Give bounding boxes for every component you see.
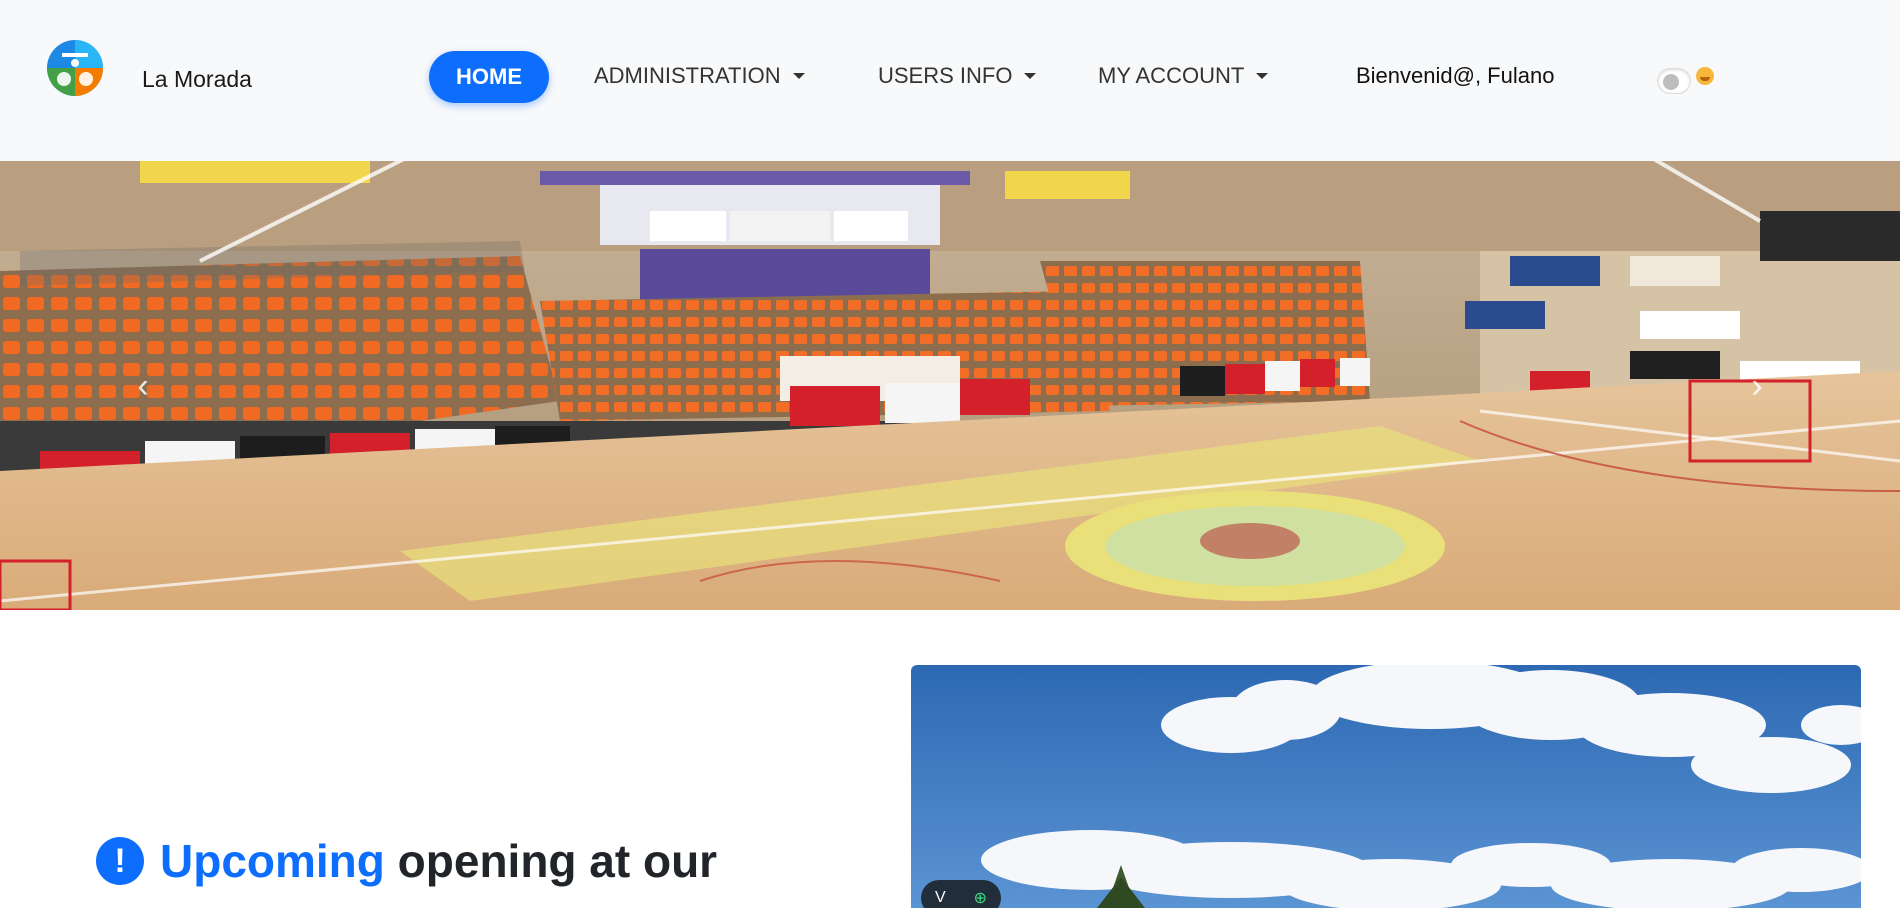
nav-home-button[interactable]: HOME xyxy=(429,51,549,103)
navbar: La Morada HOME ADMINISTRATION USERS INFO… xyxy=(0,0,1900,161)
target-icon[interactable]: ⊕ xyxy=(974,888,987,908)
chevron-down-icon xyxy=(792,73,805,79)
sports-logo-icon[interactable] xyxy=(46,39,104,97)
brand-name[interactable]: La Morada xyxy=(142,66,252,93)
nav-users-info-label: USERS INFO xyxy=(878,63,1013,88)
section-heading: ! Upcoming opening at our xyxy=(96,834,717,888)
hero-carousel: ‹ › xyxy=(0,161,1900,610)
emoji-icon xyxy=(1696,67,1714,85)
chevron-down-icon xyxy=(1024,73,1037,79)
nav-administration-dropdown[interactable]: ADMINISTRATION xyxy=(594,63,805,89)
welcome-message: Bienvenid@, Fulano xyxy=(1356,63,1555,88)
arena-image xyxy=(0,161,1900,610)
section-title-accent: Upcoming xyxy=(160,835,385,887)
photo-controls[interactable]: V ⊕ xyxy=(921,880,1001,908)
nav-my-account-dropdown[interactable]: MY ACCOUNT xyxy=(1098,63,1269,89)
section-title-rest: opening at our xyxy=(384,835,718,887)
chevron-down-icon[interactable]: V xyxy=(935,889,946,907)
nav-administration-label: ADMINISTRATION xyxy=(594,63,781,88)
chevron-down-icon xyxy=(1256,73,1269,79)
carousel-prev-button[interactable]: ‹ xyxy=(123,366,163,406)
toggle-knob xyxy=(1663,74,1679,90)
section-title: Upcoming opening at our xyxy=(160,834,717,888)
theme-toggle[interactable] xyxy=(1657,68,1691,94)
exclamation-circle-icon: ! xyxy=(96,837,144,885)
venue-photo: V ⊕ xyxy=(911,665,1861,908)
sky-image xyxy=(911,665,1861,908)
nav-my-account-label: MY ACCOUNT xyxy=(1098,63,1245,88)
carousel-next-button[interactable]: › xyxy=(1737,366,1777,406)
nav-users-info-dropdown[interactable]: USERS INFO xyxy=(878,63,1037,89)
